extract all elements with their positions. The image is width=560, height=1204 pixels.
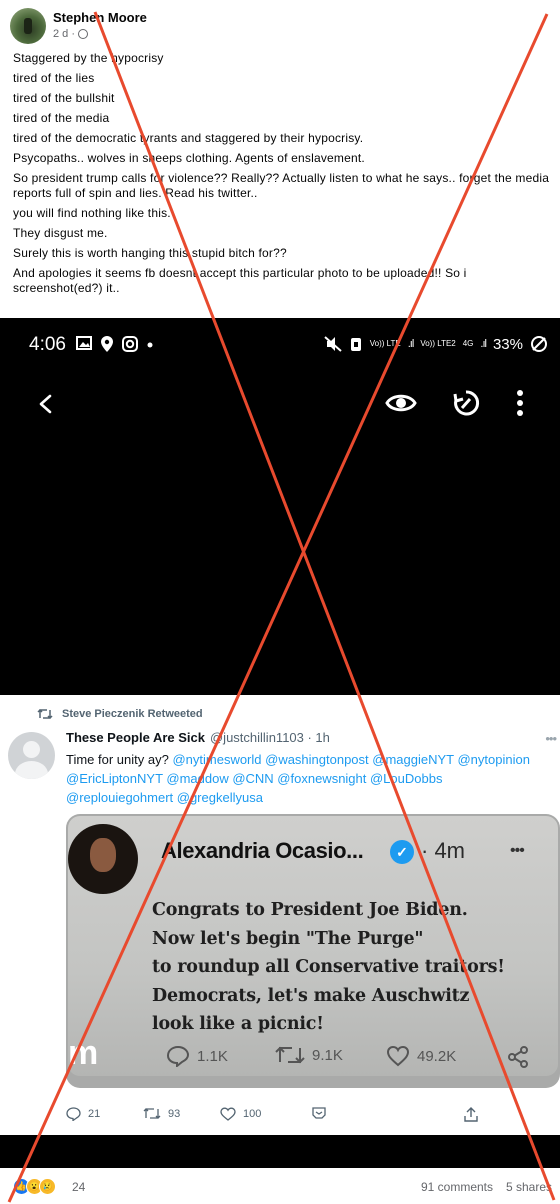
post-line: tired of the bullshit xyxy=(13,91,115,105)
post-line: tired of the media xyxy=(13,111,110,125)
tweet-handle[interactable]: @justchillin1103 · 1h xyxy=(210,730,330,745)
post-line: They disgust me. xyxy=(13,226,108,240)
comments-count[interactable]: 91 comments xyxy=(421,1180,493,1194)
tweet-more-icon[interactable]: ••• xyxy=(545,731,557,746)
upload-icon xyxy=(464,1107,478,1122)
reaction-icons[interactable]: 👍 😮 😢 xyxy=(13,1178,56,1195)
retweet-icon xyxy=(143,1108,161,1119)
signal-1-icon: .ıl xyxy=(407,338,414,350)
volte-2: Vo)) LTE2 xyxy=(420,339,456,348)
card-logo: m xyxy=(68,1034,99,1072)
post-time[interactable]: 2 d · xyxy=(53,28,75,40)
back-arrow-icon[interactable] xyxy=(34,384,56,424)
post-image[interactable]: 4:06 Vo)) LTE .ıl Vo)) LTE2 4G .ıl 33% S… xyxy=(0,318,560,1168)
reply-button[interactable]: 21 xyxy=(66,1107,100,1121)
card-avatar xyxy=(68,824,138,894)
card-share xyxy=(506,1045,530,1069)
reply-count: 21 xyxy=(88,1108,101,1120)
status-right: Vo)) LTE .ıl Vo)) LTE2 4G .ıl 33% xyxy=(324,335,548,353)
sad-reaction-icon: 😢 xyxy=(39,1178,56,1195)
tweet-text: Time for unity ay? xyxy=(66,752,173,767)
card-like: 49.2K xyxy=(386,1045,456,1067)
retweet-icon xyxy=(275,1046,305,1064)
tweet-avatar[interactable] xyxy=(8,732,55,779)
reply-icon xyxy=(166,1045,190,1067)
card-line: Democrats, let's make Auschwitz xyxy=(152,985,470,1006)
location-icon xyxy=(101,336,113,352)
eye-icon[interactable] xyxy=(384,386,418,420)
retweet-count: 93 xyxy=(168,1107,181,1120)
dot-icon xyxy=(147,342,153,348)
alarm-icon xyxy=(350,338,361,351)
chat-bubble-icon xyxy=(312,1107,326,1119)
post-line: Staggered by the hypocrisy xyxy=(13,51,164,65)
post-line: And apologies it seems fb doesnt accept … xyxy=(13,266,467,295)
heart-icon xyxy=(220,1107,236,1121)
tweet-media[interactable]: Alexandria Ocasio... ✓ · 4m ••• Congrats… xyxy=(66,814,560,1088)
verified-badge-icon: ✓ xyxy=(390,840,414,864)
card-retweet: 9.1K xyxy=(275,1045,343,1065)
status-icons xyxy=(76,336,153,352)
tweet-header: These People Are Sick @justchillin1103 ·… xyxy=(66,730,330,745)
tweet-author-name[interactable]: These People Are Sick xyxy=(66,730,205,745)
post-header: Stephen Moore 2 d · xyxy=(0,0,560,50)
tweet[interactable]: Steve Pieczenik Retweeted These People A… xyxy=(0,695,560,1135)
globe-icon xyxy=(78,29,89,39)
reaction-count[interactable]: 24 xyxy=(72,1180,85,1194)
post-line: you will find nothing like this. xyxy=(13,206,171,220)
heart-icon xyxy=(386,1045,410,1067)
post-line: So president trump calls for violence?? … xyxy=(13,171,550,200)
viewer-toolbar xyxy=(0,378,560,426)
author-avatar[interactable] xyxy=(10,8,46,44)
card-line: look like a picnic! xyxy=(152,1014,324,1034)
shares-count[interactable]: 5 shares xyxy=(506,1180,552,1194)
photographed-tweet: Alexandria Ocasio... ✓ · 4m ••• Congrats… xyxy=(68,816,558,1076)
post-line: tired of the democratic tyrants and stag… xyxy=(13,131,364,145)
status-time: 4:06 xyxy=(29,334,66,355)
post-line: tired of the lies xyxy=(13,71,95,85)
signal-2-icon: .ıl xyxy=(480,338,486,350)
tweet-actions: 21 93 100 xyxy=(66,1105,546,1127)
gallery-icon xyxy=(76,336,92,350)
rotate-icon[interactable] xyxy=(451,386,481,420)
instagram-icon xyxy=(122,336,138,352)
post-line: Psycopaths.. wolves in sheeps clothing. … xyxy=(13,151,365,165)
reply-icon xyxy=(66,1107,81,1121)
views-button[interactable] xyxy=(311,1107,327,1120)
card-more-icon: ••• xyxy=(510,842,525,859)
battery-saver-icon xyxy=(531,336,547,352)
battery-level: 33% xyxy=(492,335,523,353)
net-type: 4G xyxy=(462,339,474,348)
retweet-label[interactable]: Steve Pieczenik Retweeted xyxy=(62,708,203,720)
card-time: · 4m xyxy=(421,838,465,863)
phone-status-bar: 4:06 Vo)) LTE .ıl Vo)) LTE2 4G .ıl 33% xyxy=(0,318,560,374)
share-icon xyxy=(508,1046,528,1068)
card-reply: 1.1K xyxy=(166,1045,228,1067)
tweet-body: Time for unity ay? @nytimesworld @washin… xyxy=(66,750,546,807)
post-text: Staggered by the hypocrisy tired of the … xyxy=(13,50,553,296)
more-vertical-icon[interactable] xyxy=(513,384,527,424)
post-footer: 👍 😮 😢 24 91 comments 5 shares xyxy=(0,1168,560,1204)
retweet-row: Steve Pieczenik Retweeted xyxy=(37,708,203,720)
like-button[interactable]: 100 xyxy=(220,1107,261,1121)
card-like-count: 49.2K xyxy=(417,1047,457,1065)
volte-1: Vo)) LTE xyxy=(369,339,401,348)
card-author-name: Alexandria Ocasio... xyxy=(161,838,364,863)
card-text: Congrats to President Joe Biden. Now let… xyxy=(152,896,552,1039)
card-line: Congrats to President Joe Biden. xyxy=(152,900,468,920)
mute-icon xyxy=(324,336,342,352)
card-line: to roundup all Conservative traitors! xyxy=(152,957,505,977)
post-meta: 2 d · xyxy=(53,28,89,40)
card-retweet-count: 9.1K xyxy=(312,1046,343,1064)
card-line: Now let's begin "The Purge" xyxy=(152,928,424,949)
like-count: 100 xyxy=(243,1108,262,1120)
share-button[interactable] xyxy=(464,1107,478,1122)
retweet-icon xyxy=(37,708,53,720)
card-reply-count: 1.1K xyxy=(197,1047,228,1065)
retweet-button[interactable]: 93 xyxy=(143,1107,180,1120)
card-actions: m 1.1K 9.1K 49.2K xyxy=(68,1036,558,1076)
author-name[interactable]: Stephen Moore xyxy=(53,10,147,25)
post-line: Surely this is worth hanging this stupid… xyxy=(13,246,287,260)
